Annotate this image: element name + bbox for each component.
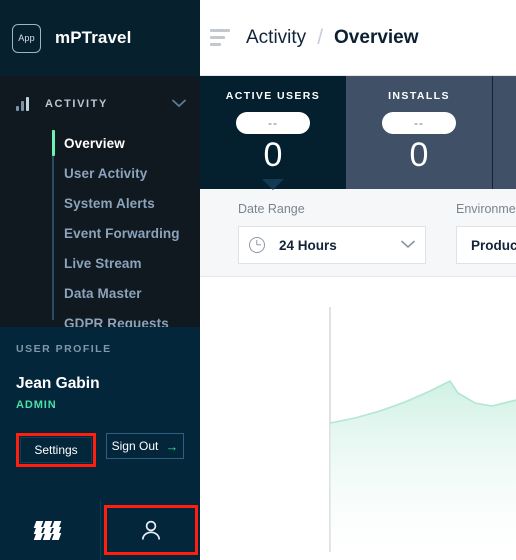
sidebar: App mPTravel ACTIVITY Overview User Acti… xyxy=(0,0,200,560)
activity-chart xyxy=(200,277,516,560)
arrow-right-icon: → xyxy=(165,438,179,454)
top-header: Activity / Overview xyxy=(200,0,516,76)
stat-card-pill: -- xyxy=(382,112,456,134)
sidebar-item-user-activity[interactable]: User Activity xyxy=(52,158,200,188)
sidebar-item-live-stream[interactable]: Live Stream xyxy=(52,248,200,278)
stat-card-label: ACTIVE USERS xyxy=(225,90,321,102)
app-badge-icon: App xyxy=(12,23,41,53)
sidebar-item-event-forwarding[interactable]: Event Forwarding xyxy=(52,218,200,248)
sidebar-section-label: ACTIVITY xyxy=(45,98,108,110)
stat-card-label: INSTALLS xyxy=(388,90,450,102)
user-profile-actions: Settings Sign Out → xyxy=(16,433,184,467)
list-lines-icon[interactable] xyxy=(210,29,230,46)
stat-card-installs[interactable]: INSTALLS -- 0 xyxy=(346,76,492,189)
breadcrumb-parent[interactable]: Activity xyxy=(246,27,306,49)
stat-card-next-partial[interactable] xyxy=(492,76,516,189)
app-name: mPTravel xyxy=(55,28,132,47)
date-range-label: Date Range xyxy=(238,202,305,216)
sidebar-nav-list: Overview User Activity System Alerts Eve… xyxy=(0,126,200,338)
stat-card-pill: -- xyxy=(236,112,310,134)
brand-logo-button[interactable] xyxy=(0,521,100,540)
app-logo[interactable]: App mPTravel xyxy=(0,0,200,76)
stat-card-pointer xyxy=(262,179,284,190)
stripes-logo-icon xyxy=(33,521,65,540)
date-range-value: 24 Hours xyxy=(279,237,337,253)
settings-button[interactable]: Settings xyxy=(20,437,92,463)
person-icon xyxy=(141,520,160,540)
chevron-down-icon[interactable] xyxy=(401,238,415,252)
stat-card-active-users[interactable]: ACTIVE USERS -- 0 xyxy=(200,76,346,190)
settings-button-label: Settings xyxy=(34,443,78,457)
sidebar-section-activity[interactable]: ACTIVITY xyxy=(0,82,200,126)
stat-cards-row: ACTIVE USERS -- 0 INSTALLS -- 0 xyxy=(200,76,516,190)
settings-highlight-box: Settings xyxy=(16,433,96,467)
user-profile-name: Jean Gabin xyxy=(16,375,100,392)
sign-out-button-label: Sign Out xyxy=(111,439,159,453)
date-range-select[interactable]: 24 Hours xyxy=(238,226,426,264)
sidebar-item-label: Data Master xyxy=(64,285,142,301)
activity-chart-svg xyxy=(329,307,516,560)
stat-card-value: 0 xyxy=(263,136,283,174)
breadcrumb-current: Overview xyxy=(334,26,419,48)
profile-button[interactable] xyxy=(103,505,198,555)
clock-icon xyxy=(249,237,265,253)
chevron-down-icon[interactable] xyxy=(172,95,186,113)
environment-field: Environment Production xyxy=(456,202,516,276)
environment-value: Production xyxy=(471,237,516,253)
sidebar-bottom-bar xyxy=(0,500,200,560)
app-root: App mPTravel ACTIVITY Overview User Acti… xyxy=(0,0,516,560)
filter-bar: Date Range 24 Hours Environment Producti… xyxy=(200,189,516,277)
sign-out-button[interactable]: Sign Out → xyxy=(106,433,184,459)
user-profile-role: ADMIN xyxy=(16,399,57,411)
sidebar-item-label: Overview xyxy=(64,135,125,151)
sidebar-item-label: User Activity xyxy=(64,165,148,181)
date-range-field: Date Range 24 Hours xyxy=(238,202,426,276)
breadcrumb-separator: / xyxy=(317,25,324,49)
main-content: Activity / Overview ACTIVE USERS -- 0 IN… xyxy=(200,0,516,560)
bar-chart-icon xyxy=(16,97,29,111)
sidebar-item-system-alerts[interactable]: System Alerts xyxy=(52,188,200,218)
sidebar-item-overview[interactable]: Overview xyxy=(52,128,200,158)
sidebar-item-label: Live Stream xyxy=(64,255,142,271)
sidebar-item-data-master[interactable]: Data Master xyxy=(52,278,200,308)
user-profile-title: USER PROFILE xyxy=(16,343,112,355)
environment-label: Environment xyxy=(456,202,516,216)
profile-button-wrap xyxy=(101,500,200,560)
chart-area-fill xyxy=(330,381,516,560)
stat-card-value: 0 xyxy=(409,136,429,174)
sidebar-item-label: System Alerts xyxy=(64,195,155,211)
user-profile-panel: USER PROFILE Jean Gabin ADMIN Settings S… xyxy=(0,327,200,500)
sidebar-item-label: Event Forwarding xyxy=(64,225,180,241)
app-badge-label: App xyxy=(18,33,35,43)
environment-select[interactable]: Production xyxy=(456,226,516,264)
